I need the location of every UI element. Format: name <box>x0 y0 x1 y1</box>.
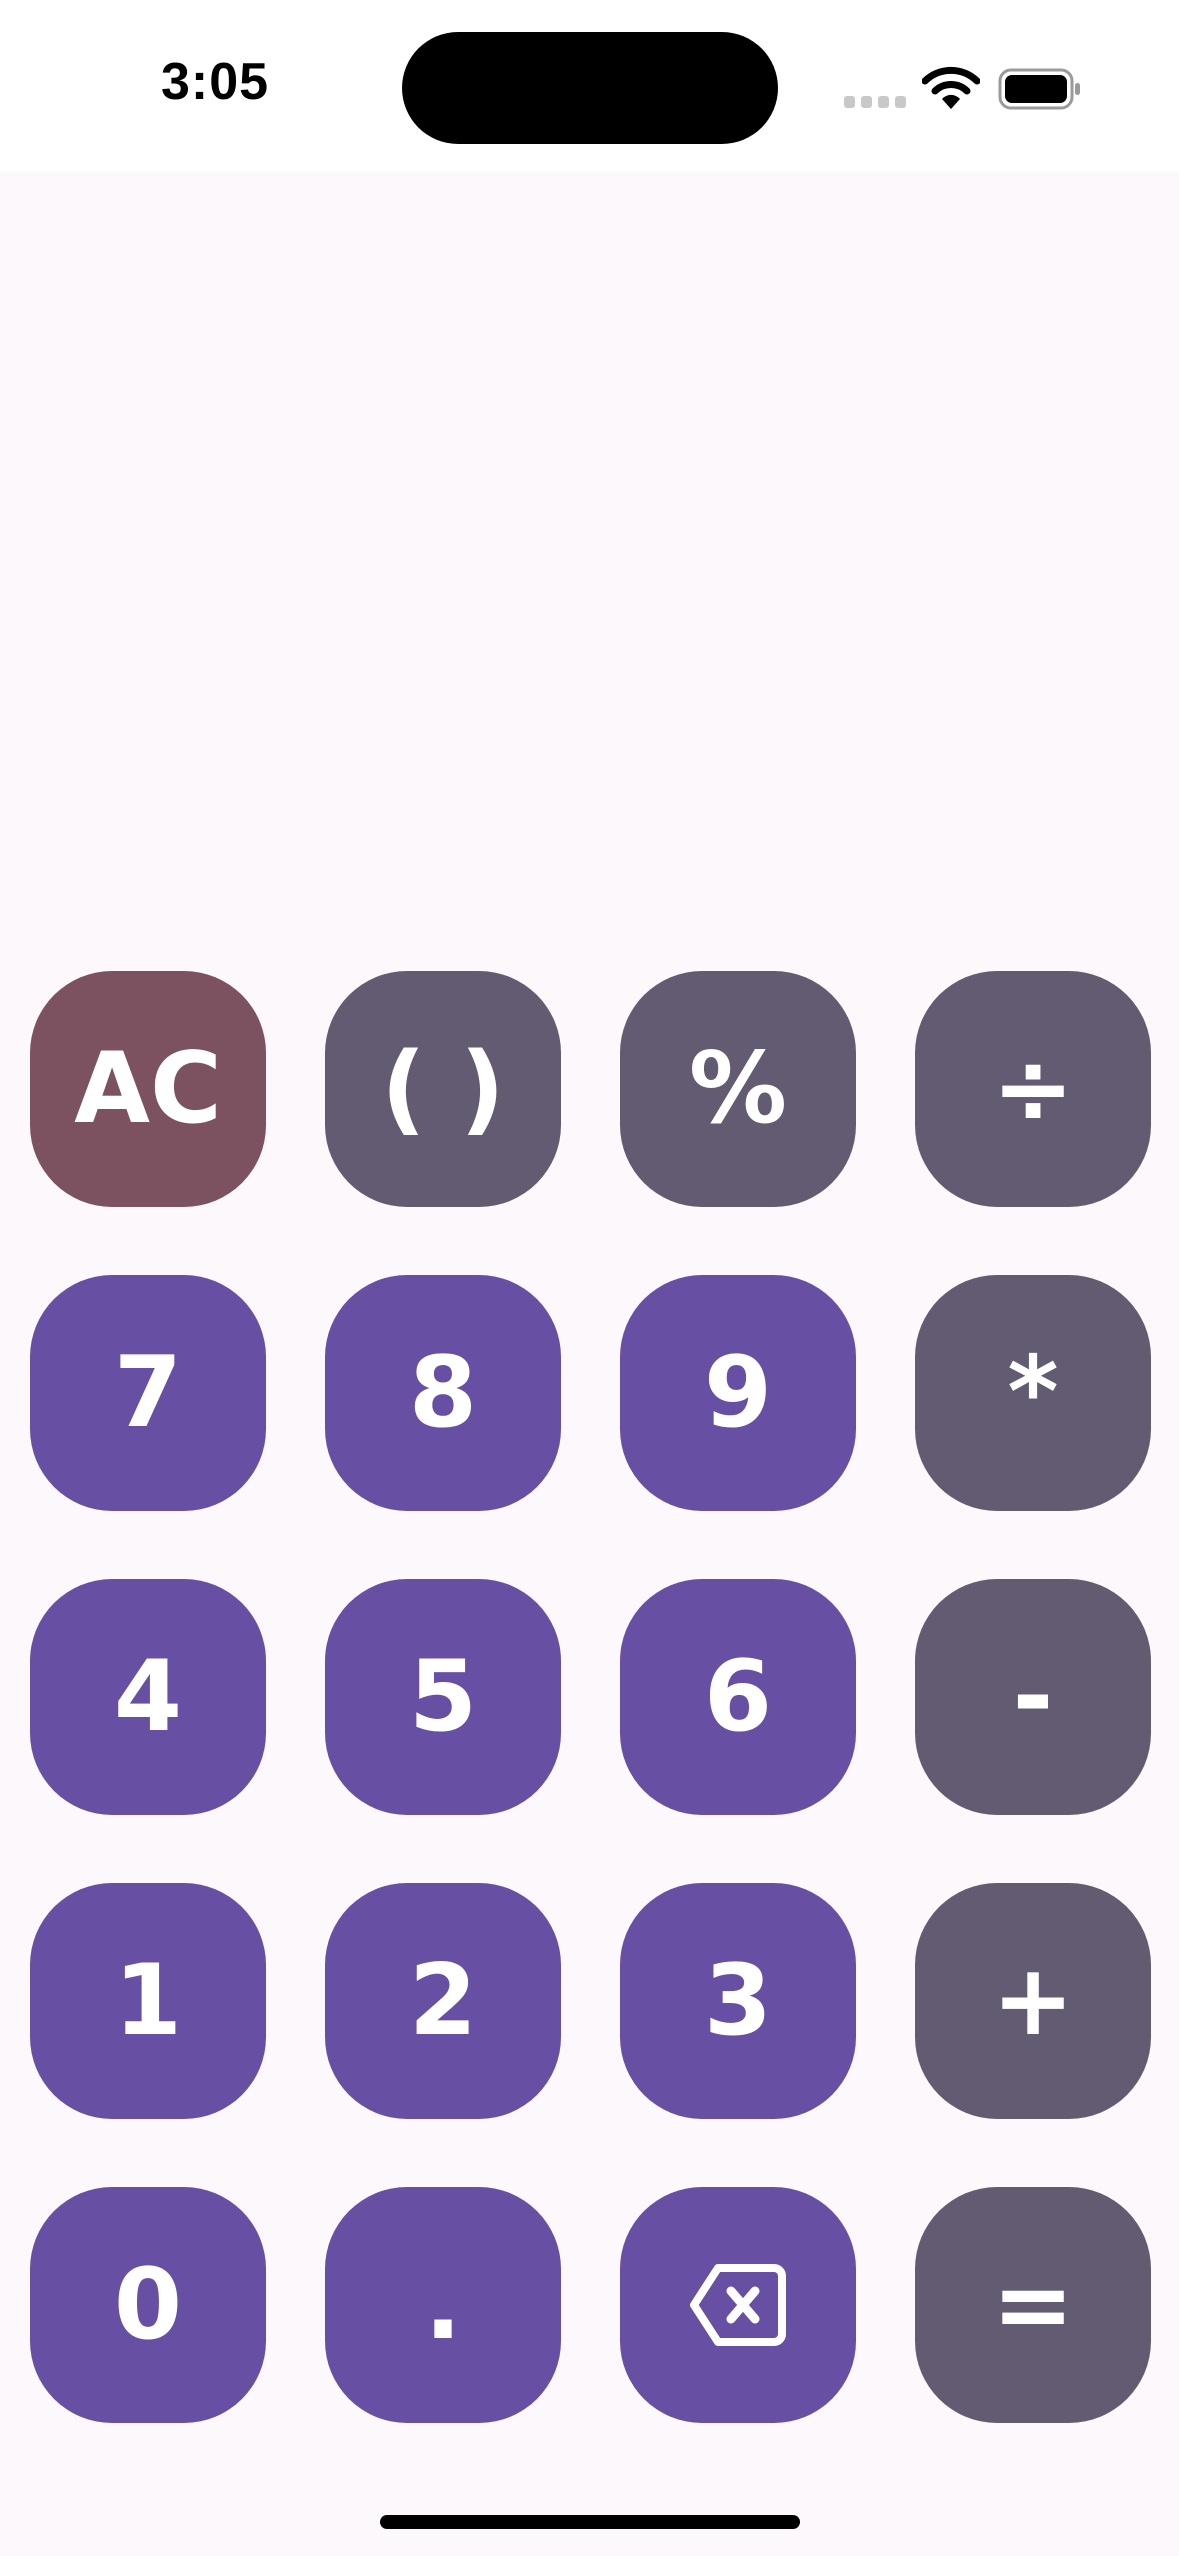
digit-0-label: 0 <box>113 2248 183 2362</box>
digit-5-button[interactable]: 5 <box>325 1579 561 1815</box>
digit-4-button[interactable]: 4 <box>30 1579 266 1815</box>
divide-label: ÷ <box>991 1032 1075 1146</box>
status-bar: 3:05 <box>0 0 1179 172</box>
subtract-label: - <box>1012 1640 1054 1754</box>
digit-3-button[interactable]: 3 <box>620 1883 856 2119</box>
all-clear-label: AC <box>74 1032 222 1146</box>
digit-3-label: 3 <box>703 1944 773 2058</box>
calculator-display <box>60 200 1120 940</box>
digit-6-button[interactable]: 6 <box>620 1579 856 1815</box>
decimal-point-label: . <box>424 2248 462 2362</box>
backspace-button[interactable] <box>620 2187 856 2423</box>
digit-5-label: 5 <box>408 1640 478 1754</box>
digit-2-label: 2 <box>408 1944 478 2058</box>
wifi-icon <box>922 66 980 109</box>
multiply-label: * <box>1007 1336 1059 1450</box>
digit-2-button[interactable]: 2 <box>325 1883 561 2119</box>
digit-7-button[interactable]: 7 <box>30 1275 266 1511</box>
status-time: 3:05 <box>160 53 270 111</box>
parentheses-label: ( ) <box>381 1032 505 1146</box>
all-clear-button[interactable]: AC <box>30 971 266 1207</box>
digit-0-button[interactable]: 0 <box>30 2187 266 2423</box>
battery-icon <box>998 68 1080 110</box>
backspace-icon <box>690 2264 786 2346</box>
percent-label: % <box>688 1032 788 1146</box>
digit-7-label: 7 <box>113 1336 183 1450</box>
cellular-signal-icon <box>844 96 906 108</box>
add-button[interactable]: + <box>915 1883 1151 2119</box>
add-label: + <box>991 1944 1075 2058</box>
digit-8-label: 8 <box>408 1336 478 1450</box>
equals-label: = <box>991 2248 1075 2362</box>
subtract-button[interactable]: - <box>915 1579 1151 1815</box>
digit-6-label: 6 <box>703 1640 773 1754</box>
percent-button[interactable]: % <box>620 971 856 1207</box>
decimal-point-button[interactable]: . <box>325 2187 561 2423</box>
digit-1-button[interactable]: 1 <box>30 1883 266 2119</box>
multiply-button[interactable]: * <box>915 1275 1151 1511</box>
digit-9-button[interactable]: 9 <box>620 1275 856 1511</box>
dynamic-island <box>402 32 778 144</box>
equals-button[interactable]: = <box>915 2187 1151 2423</box>
digit-4-label: 4 <box>113 1640 183 1754</box>
parentheses-button[interactable]: ( ) <box>325 971 561 1207</box>
digit-9-label: 9 <box>703 1336 773 1450</box>
home-indicator[interactable] <box>380 2515 800 2529</box>
digit-8-button[interactable]: 8 <box>325 1275 561 1511</box>
divide-button[interactable]: ÷ <box>915 971 1151 1207</box>
digit-1-label: 1 <box>113 1944 183 2058</box>
